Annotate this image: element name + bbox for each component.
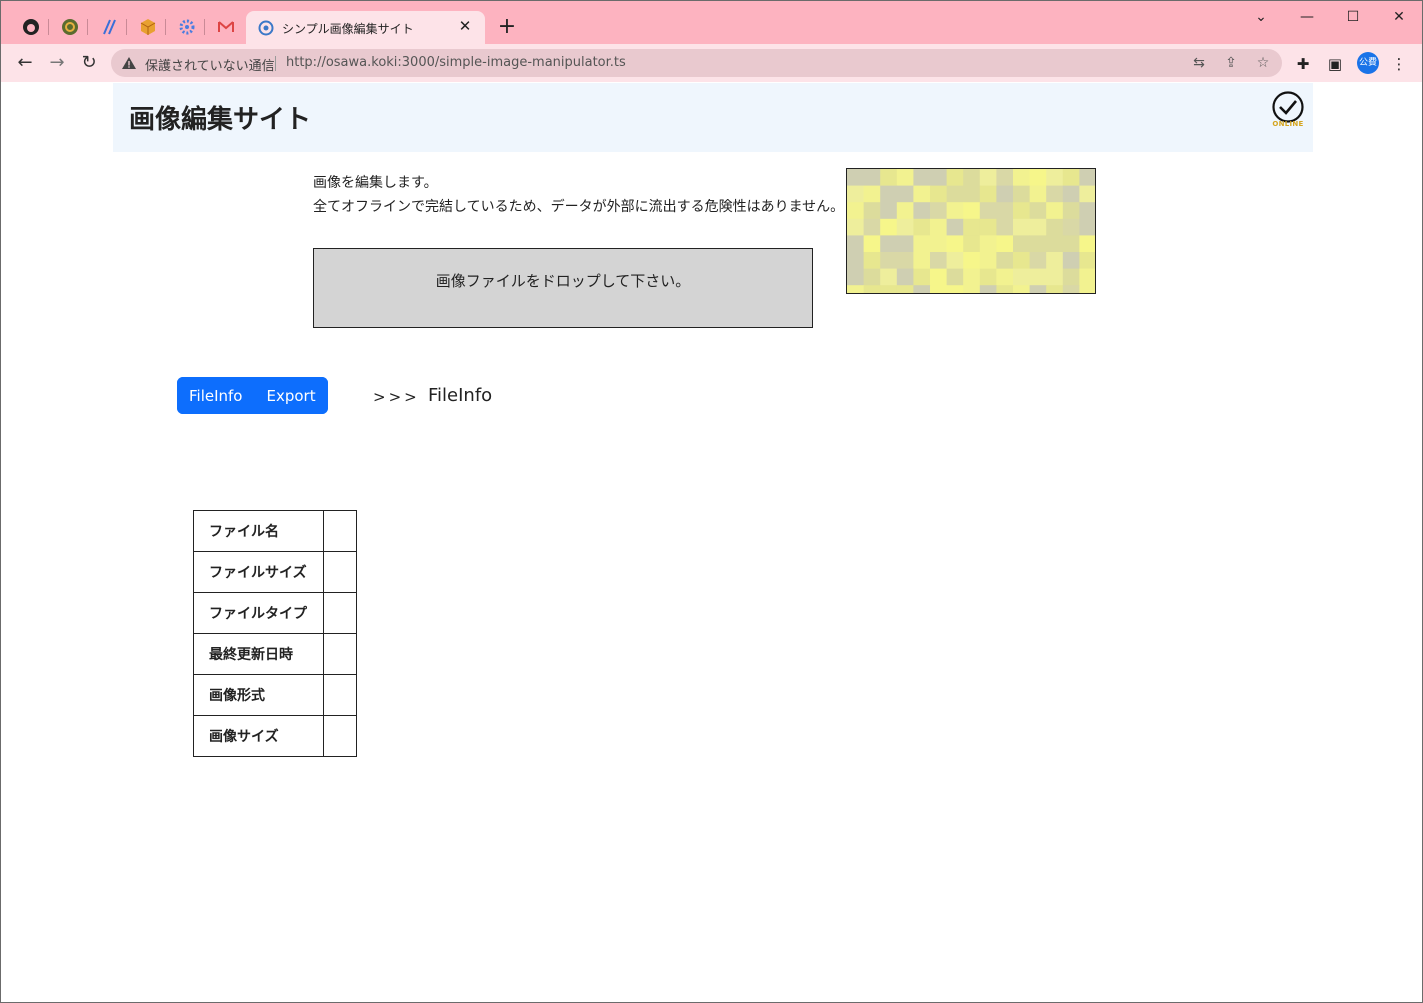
current-section-title: FileInfo [428,385,493,406]
site-header: 画像編集サイト ONLINE [113,83,1313,152]
table-row: ファイル名 [193,510,357,552]
back-arrow-icon[interactable]: ← [13,51,37,75]
address-bar[interactable]: 保護されていない通信 http://osawa.koki:3000/simple… [111,49,1282,77]
package-icon [140,19,156,35]
mosaic-preview-image [847,169,1095,293]
export-button[interactable]: Export [254,377,328,414]
address-divider [275,56,276,71]
browser-tab-strip: シンプル画像編集サイト ✕ + ⌄ — ☐ ✕ [1,1,1422,44]
table-row: ファイルタイプ [193,592,357,634]
description: 画像を編集します。 全てオフラインで完結しているため、データが外部に流出する危険… [313,171,844,219]
row-key: ファイルサイズ [193,551,324,593]
circle-q-icon [62,19,78,35]
tab-search-chevron-icon[interactable]: ⌄ [1246,7,1276,27]
pinned-tab-gear[interactable] [169,11,205,43]
site-favicon-icon [258,20,274,36]
warning-icon[interactable] [121,55,137,71]
table-row: 画像形式 [193,674,357,716]
fileinfo-button[interactable]: FileInfo [177,377,255,414]
translate-icon[interactable]: ⇆ [1190,54,1208,72]
online-status-badge: ONLINE [1272,120,1304,128]
description-line-1: 画像を編集します。 [313,175,438,191]
extensions-icon[interactable]: ✚ [1293,54,1313,74]
row-key: 画像サイズ [193,715,324,757]
table-row: 画像サイズ [193,715,357,757]
row-key: ファイル名 [193,510,324,552]
image-dropzone[interactable]: 画像ファイルをドロップして下さい。 [313,248,813,328]
gmail-icon [218,21,234,32]
row-key: 画像形式 [193,674,324,716]
description-line-2: 全てオフラインで完結しているため、データが外部に流出する危険性はありません。 [313,199,845,215]
forward-arrow-icon[interactable]: → [45,51,69,75]
slash-app-icon [103,19,116,35]
github-icon [23,19,39,35]
row-value [323,551,357,593]
reload-icon[interactable]: ↻ [77,51,101,75]
menu-kebab-icon[interactable]: ⋮ [1389,54,1409,74]
side-panel-icon[interactable]: ▣ [1325,54,1345,74]
row-value [323,592,357,634]
row-value [323,674,357,716]
table-row: 最終更新日時 [193,633,357,675]
image-preview [846,168,1096,294]
tab-title: シンプル画像編集サイト [282,22,414,36]
row-value [323,633,357,675]
profile-avatar[interactable]: 公費 [1357,52,1379,74]
security-status[interactable]: 保護されていない通信 [145,55,275,74]
page-title: 画像編集サイト [129,105,312,135]
row-value [323,510,357,552]
pinned-tab-github[interactable] [13,11,49,43]
pinned-tab-slash[interactable] [91,11,127,43]
bookmark-star-icon[interactable]: ☆ [1254,54,1272,72]
row-value [323,715,357,757]
tab-active[interactable]: シンプル画像編集サイト ✕ [246,11,485,44]
row-key: ファイルタイプ [193,592,324,634]
row-key: 最終更新日時 [193,633,324,675]
minimize-icon[interactable]: — [1292,7,1322,27]
new-tab-button[interactable]: + [495,16,519,40]
section-arrow: >>> [373,388,420,406]
pinned-tab-q[interactable] [52,11,88,43]
menu-button-group: FileInfo Export [177,377,328,414]
table-row: ファイルサイズ [193,551,357,593]
dropzone-label: 画像ファイルをドロップして下さい。 [435,272,691,290]
pinned-tab-gmail[interactable] [208,11,244,43]
gear-icon [179,19,195,35]
close-window-icon[interactable]: ✕ [1384,7,1414,27]
pinned-tab-package[interactable] [130,11,166,43]
fileinfo-table: ファイル名 ファイルサイズ ファイルタイプ 最終更新日時 画像形式 画像サイズ [193,510,357,757]
share-icon[interactable]: ⇪ [1222,54,1240,72]
browser-toolbar: ← → ↻ 保護されていない通信 http://osawa.koki:3000/… [1,44,1422,82]
maximize-icon[interactable]: ☐ [1338,7,1368,27]
tab-close-icon[interactable]: ✕ [455,16,475,36]
url-text[interactable]: http://osawa.koki:3000/simple-image-mani… [286,55,626,70]
